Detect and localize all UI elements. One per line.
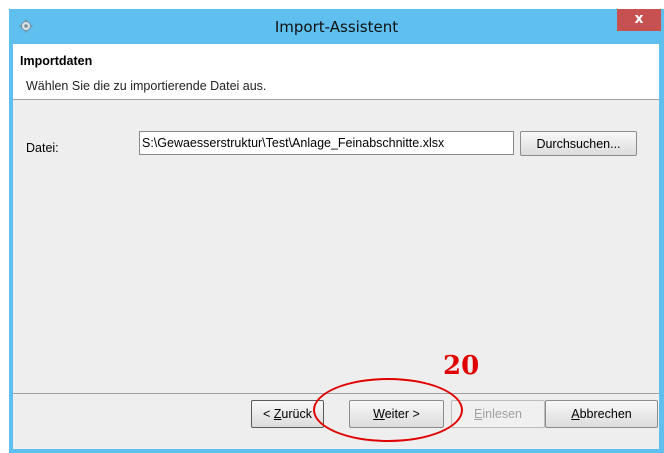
annotation-highlight-circle — [313, 378, 463, 442]
file-path-input[interactable] — [139, 131, 514, 155]
page-title: Importdaten — [20, 54, 93, 68]
load-label-rest: inlesen — [482, 407, 522, 421]
annotation-step-number: 20 — [443, 351, 480, 381]
back-label-rest: urück — [281, 407, 312, 421]
wizard-header: Importdaten Wählen Sie die zu importiere… — [13, 44, 659, 100]
close-icon: x — [634, 11, 644, 27]
browse-button[interactable]: Durchsuchen... — [520, 131, 637, 156]
cancel-mnemonic: A — [571, 407, 580, 421]
wizard-content: Datei: Durchsuchen... — [13, 100, 659, 392]
cancel-button[interactable]: Abbrechen — [545, 400, 658, 428]
load-button[interactable]: Einlesen — [451, 400, 545, 428]
page-subtitle: Wählen Sie die zu importierende Datei au… — [26, 79, 267, 93]
title-bar[interactable]: Import-Assistent x — [9, 9, 664, 44]
window-title: Import-Assistent — [274, 18, 399, 36]
back-prefix: < — [263, 407, 274, 421]
cancel-label-rest: bbrechen — [579, 407, 632, 421]
file-label: Datei: — [26, 141, 59, 155]
close-button[interactable]: x — [617, 9, 661, 31]
